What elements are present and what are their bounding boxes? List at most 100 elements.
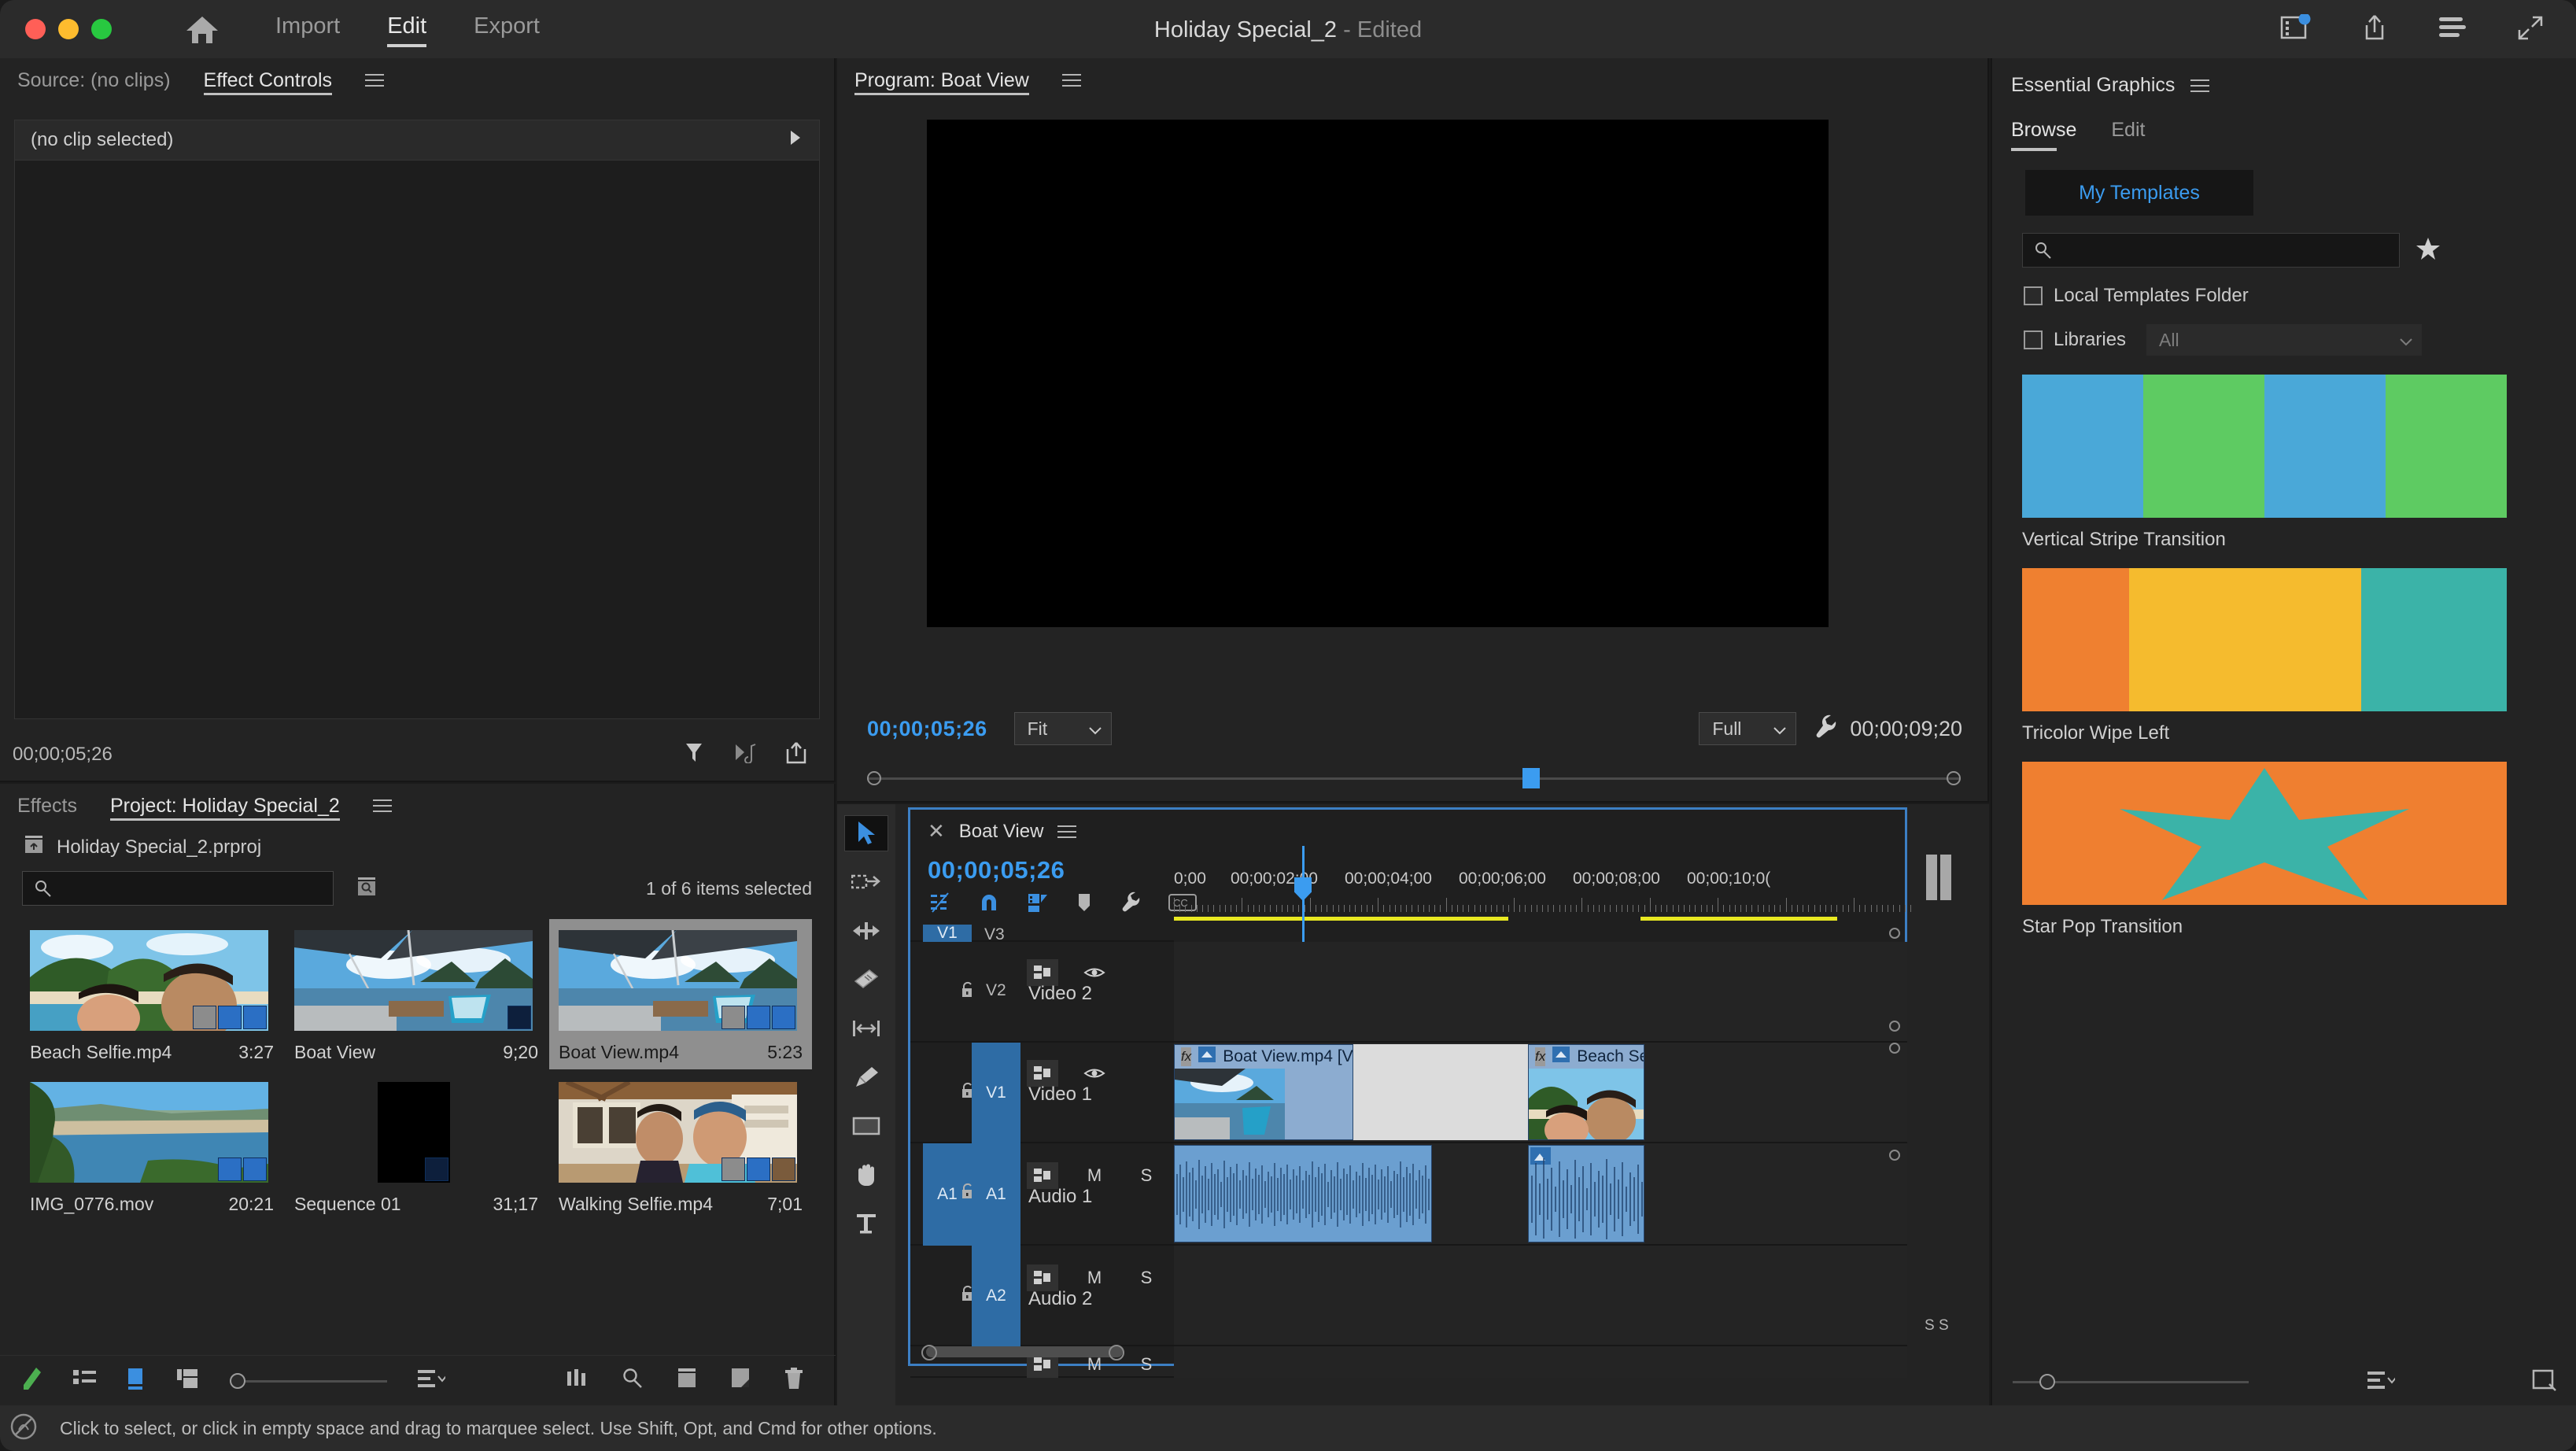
tab-browse[interactable]: Browse bbox=[2011, 119, 2076, 151]
wrench-icon[interactable] bbox=[1814, 714, 1837, 744]
track-header-a2[interactable]: A2 M S Audio 2 bbox=[910, 1246, 1205, 1346]
project-search-input[interactable] bbox=[22, 871, 334, 906]
timeline-settings-icon[interactable] bbox=[1120, 891, 1142, 918]
hscroll-left-handle[interactable] bbox=[921, 1345, 937, 1361]
nav-tab-import[interactable]: Import bbox=[275, 13, 340, 46]
track-select-forward-tool-icon[interactable] bbox=[844, 864, 888, 900]
minimize-window-button[interactable] bbox=[58, 19, 79, 39]
sync-lock-icon[interactable] bbox=[1027, 1162, 1058, 1189]
timeline-horizontal-scrollbar[interactable] bbox=[926, 1346, 1123, 1357]
hscroll-right-handle[interactable] bbox=[1109, 1345, 1124, 1361]
notifications-icon[interactable] bbox=[2280, 13, 2312, 45]
workspaces-icon[interactable] bbox=[2438, 16, 2467, 43]
sync-lock-icon[interactable] bbox=[1027, 1265, 1058, 1291]
snap-icon[interactable] bbox=[978, 892, 1000, 917]
zoom-bar[interactable] bbox=[1940, 855, 1951, 900]
zoom-bar[interactable] bbox=[1926, 855, 1937, 900]
bin-item[interactable]: IMG_0776.mov 20:21 bbox=[20, 1071, 283, 1221]
target-patch-v1[interactable]: V1 bbox=[972, 1043, 1020, 1143]
track-lane-v2[interactable] bbox=[1174, 942, 1907, 1043]
close-window-button[interactable] bbox=[25, 19, 46, 39]
bin-item[interactable]: Walking Selfie.mp4 7;01 bbox=[549, 1071, 812, 1221]
scrub-in-handle[interactable] bbox=[867, 771, 881, 785]
template-card[interactable]: Tricolor Wipe Left bbox=[2022, 568, 2507, 762]
audio-keyframe-icon[interactable] bbox=[733, 741, 757, 769]
fullscreen-icon[interactable] bbox=[2516, 13, 2545, 46]
scrub-out-handle[interactable] bbox=[1947, 771, 1961, 785]
libraries-select[interactable]: All bbox=[2146, 324, 2423, 356]
unlock-icon[interactable] bbox=[961, 1285, 975, 1306]
ripple-edit-tool-icon[interactable] bbox=[844, 913, 888, 949]
eye-icon[interactable] bbox=[1079, 959, 1110, 986]
tab-project[interactable]: Project: Holiday Special_2 bbox=[109, 791, 340, 821]
columns-icon[interactable] bbox=[565, 1367, 589, 1394]
nav-tab-export[interactable]: Export bbox=[474, 13, 540, 46]
tab-program-monitor[interactable]: Program: Boat View bbox=[854, 65, 1029, 95]
target-patch-a2[interactable]: A2 bbox=[972, 1246, 1020, 1346]
panel-menu-icon[interactable] bbox=[372, 796, 392, 816]
panel-menu-icon[interactable] bbox=[365, 70, 385, 90]
source-patch-v1[interactable]: V1 bbox=[923, 924, 972, 942]
solo-button[interactable]: S bbox=[1131, 1351, 1162, 1378]
sync-lock-icon[interactable] bbox=[1027, 1060, 1058, 1087]
zoom-level-select[interactable]: Fit bbox=[1013, 712, 1112, 745]
track-lane-v1[interactable]: fx Boat View.mp4 [V] fx Beach S bbox=[1174, 1043, 1907, 1143]
maximize-window-button[interactable] bbox=[91, 19, 112, 39]
unlock-icon[interactable] bbox=[961, 981, 975, 1002]
panel-menu-icon[interactable] bbox=[2190, 76, 2210, 96]
home-icon[interactable] bbox=[184, 13, 220, 45]
scrub-playhead[interactable] bbox=[1522, 768, 1540, 788]
selection-tool-icon[interactable] bbox=[844, 815, 888, 851]
bin-item[interactable]: Beach Selfie.mp4 3:27 bbox=[20, 919, 283, 1069]
timeline-gap[interactable] bbox=[1353, 1044, 1528, 1140]
slip-tool-icon[interactable] bbox=[844, 1010, 888, 1047]
template-card[interactable]: Vertical Stripe Transition bbox=[2022, 375, 2507, 568]
chevron-right-icon[interactable] bbox=[788, 129, 803, 152]
tab-effects[interactable]: Effects bbox=[17, 791, 77, 821]
unlock-icon[interactable] bbox=[961, 1183, 975, 1204]
trash-icon[interactable] bbox=[784, 1367, 804, 1394]
bin-item-selected[interactable]: Boat View.mp4 5:23 bbox=[549, 919, 812, 1069]
track-lane-a2[interactable] bbox=[1174, 1246, 1907, 1346]
rectangle-tool-icon[interactable] bbox=[844, 1108, 888, 1144]
list-view-icon[interactable] bbox=[72, 1368, 96, 1394]
razor-tool-icon[interactable] bbox=[844, 962, 888, 998]
find-icon[interactable] bbox=[356, 876, 378, 902]
effect-controls-timecode[interactable]: 00;00;05;26 bbox=[13, 744, 113, 766]
solo-button[interactable]: S bbox=[1131, 1265, 1162, 1291]
track-header-v2[interactable]: V2 Video 2 bbox=[910, 942, 1174, 1043]
timeline-tracks-area[interactable]: fx Boat View.mp4 [V] fx Beach S bbox=[1174, 925, 1907, 1378]
my-templates-button[interactable]: My Templates bbox=[2025, 170, 2253, 216]
mute-button[interactable]: M bbox=[1079, 1162, 1110, 1189]
nest-icon[interactable] bbox=[929, 892, 951, 917]
eye-icon[interactable] bbox=[1079, 1060, 1110, 1087]
new-layer-icon[interactable] bbox=[2532, 1368, 2557, 1396]
star-icon[interactable] bbox=[2415, 236, 2441, 265]
type-tool-icon[interactable] bbox=[844, 1205, 888, 1242]
target-patch-a1[interactable]: A1 bbox=[972, 1143, 1020, 1246]
pen-tool-icon[interactable] bbox=[844, 1059, 888, 1095]
mute-button[interactable]: M bbox=[1079, 1265, 1110, 1291]
timeline-clip[interactable]: fx Beach Selfie. bbox=[1528, 1044, 1644, 1140]
track-header-a1[interactable]: A1 A1 M S Audio 1 bbox=[910, 1143, 1205, 1246]
tab-edit[interactable]: Edit bbox=[2111, 119, 2145, 151]
template-card[interactable]: Star Pop Transition bbox=[2022, 762, 2507, 955]
track-lane-a1[interactable] bbox=[1174, 1143, 1907, 1246]
track-lane-a3[interactable] bbox=[1174, 1346, 1907, 1378]
templates-search-input[interactable] bbox=[2022, 233, 2400, 268]
template-zoom-slider[interactable] bbox=[2013, 1374, 2249, 1390]
sort-icon[interactable] bbox=[417, 1368, 447, 1394]
bin-item[interactable]: Sequence 01 31;17 bbox=[285, 1071, 548, 1221]
track-header-v1[interactable]: V1 Video 1 bbox=[910, 1043, 1174, 1143]
icon-view-icon[interactable] bbox=[126, 1367, 146, 1394]
parent-bin-icon[interactable] bbox=[24, 834, 44, 860]
filter-icon[interactable] bbox=[685, 741, 705, 769]
timeline-audio-clip[interactable] bbox=[1528, 1145, 1644, 1242]
program-duration-timecode[interactable]: 00;00;09;20 bbox=[1850, 717, 1962, 741]
timeline-ruler[interactable]: 0;00 00;00;02;00 00;00;04;00 00;00;06;00… bbox=[1174, 869, 1911, 923]
find-icon[interactable] bbox=[622, 1367, 644, 1394]
program-scrubber[interactable] bbox=[867, 768, 1961, 788]
share-icon[interactable] bbox=[2360, 13, 2389, 46]
libraries-checkbox[interactable] bbox=[2024, 330, 2043, 349]
tab-source[interactable]: Source: (no clips) bbox=[17, 65, 171, 95]
